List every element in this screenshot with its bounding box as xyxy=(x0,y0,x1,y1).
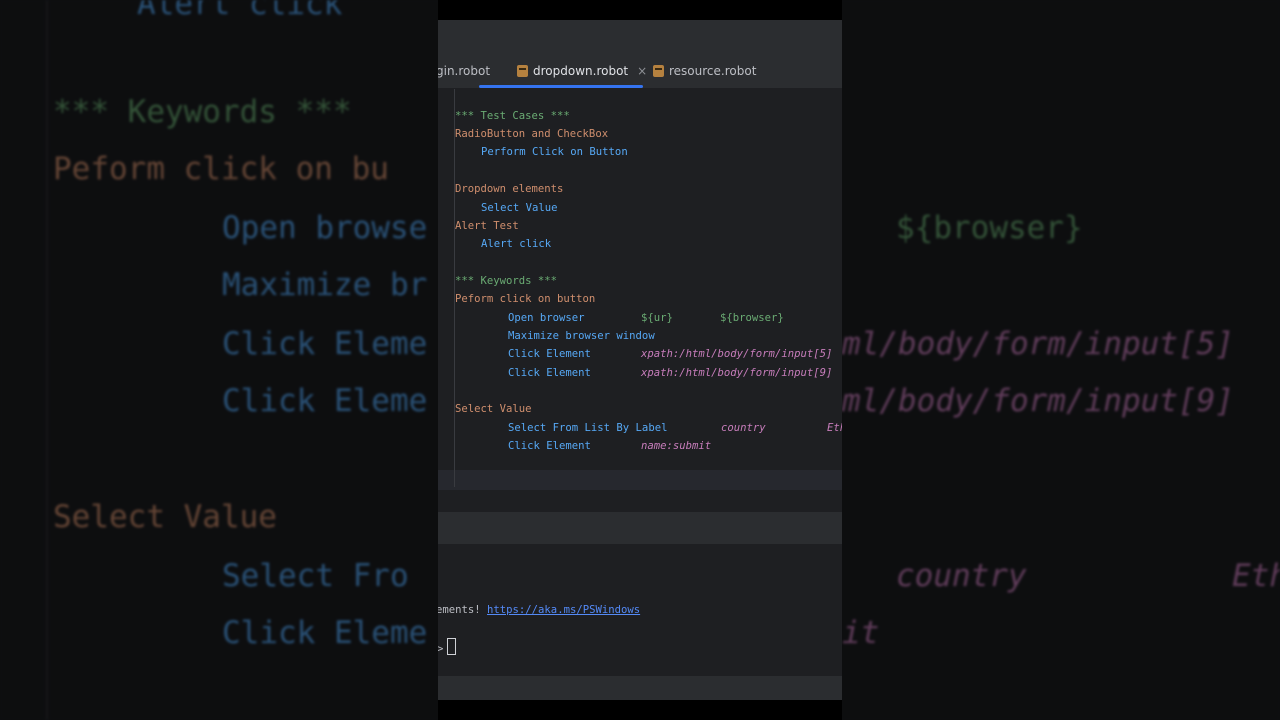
code-line: RadioButton and CheckBox xyxy=(455,128,609,140)
letterbox-bottom xyxy=(438,700,842,720)
tab-login-robot[interactable]: gin.robot xyxy=(438,53,490,88)
tab-dropdown-robot[interactable]: dropdown.robot × xyxy=(517,53,647,88)
background-text: Alert click xyxy=(137,0,343,22)
terminal-prompt: > xyxy=(438,643,444,655)
code-line: *** Test Cases *** xyxy=(455,110,570,122)
terminal-text: ements! xyxy=(438,604,488,616)
background-text: ml/body/form/input[9] xyxy=(842,383,1234,419)
code-argument: Eth xyxy=(827,422,842,434)
background-text: Click Eleme xyxy=(222,615,428,651)
background-text: country xyxy=(896,558,1027,594)
code-line: Select From List By Label xyxy=(508,422,668,434)
background-text: Maximize br xyxy=(222,267,428,303)
code-argument: ${browser} xyxy=(720,312,784,324)
tab-label: resource.robot xyxy=(669,63,757,78)
code-line: Maximize browser window xyxy=(508,330,655,342)
code-line: Click Element xyxy=(508,367,591,379)
code-argument: name:submit xyxy=(641,440,712,452)
terminal-prompt-line[interactable]: > xyxy=(438,638,457,657)
code-argument: ${ur} xyxy=(641,312,673,324)
code-editor[interactable]: *** Test Cases *** RadioButton and Check… xyxy=(438,89,842,493)
code-line: *** Keywords *** xyxy=(455,275,558,287)
background-text: Click Eleme xyxy=(222,326,428,362)
terminal-output-line: ements! https://aka.ms/PSWindows xyxy=(438,602,640,618)
background-text: ml/body/form/input[5] xyxy=(842,326,1234,362)
code-line: Peform click on button xyxy=(455,293,596,305)
code-argument: xpath:/html/body/form/input[5] xyxy=(641,348,833,360)
close-icon[interactable]: × xyxy=(637,64,647,78)
letterbox-top xyxy=(438,0,842,20)
main-toolbar xyxy=(438,20,842,53)
background-text: *** Keywords *** xyxy=(53,94,352,130)
tab-resource-robot[interactable]: resource.robot xyxy=(653,53,756,88)
code-line: Open browser xyxy=(508,312,585,324)
code-line: Perform Click on Button xyxy=(481,146,628,158)
code-line: Click Element xyxy=(508,348,591,360)
code-line: Select Value xyxy=(481,202,558,214)
robot-file-icon xyxy=(653,64,664,77)
background-text: Peform click on bu xyxy=(53,151,389,187)
terminal-link[interactable]: https://aka.ms/PSWindows xyxy=(487,604,640,616)
code-argument: xpath:/html/body/form/input[9] xyxy=(641,367,833,379)
tab-label: gin.robot xyxy=(438,63,491,78)
terminal-panel[interactable]: ements! https://aka.ms/PSWindows > xyxy=(438,544,842,676)
terminal-panel-header xyxy=(438,512,842,544)
current-line-highlight xyxy=(438,470,842,490)
robot-file-icon xyxy=(517,64,528,77)
code-line: Alert click xyxy=(481,238,552,250)
background-text: Select Value xyxy=(53,499,277,535)
terminal-cursor xyxy=(447,638,457,655)
background-text: Click Eleme xyxy=(222,383,428,419)
background-text: Eth xyxy=(1232,558,1280,594)
code-line: Dropdown elements xyxy=(455,183,564,195)
background-text: Select Fro xyxy=(222,558,409,594)
code-line: Select Value xyxy=(455,403,532,415)
tab-label: dropdown.robot xyxy=(533,63,629,78)
background-gutter-line xyxy=(46,0,48,720)
active-tab-indicator xyxy=(479,85,643,88)
background-text: ${browser} xyxy=(896,210,1083,246)
code-line: Alert Test xyxy=(455,220,519,232)
status-bar xyxy=(438,676,842,700)
editor-tab-bar: gin.robot dropdown.robot × resource.robo… xyxy=(438,53,842,89)
ide-window: gin.robot dropdown.robot × resource.robo… xyxy=(438,0,842,720)
background-text: Open browse xyxy=(222,210,428,246)
code-argument: country xyxy=(721,422,766,434)
code-line: Click Element xyxy=(508,440,591,452)
background-text: it xyxy=(842,615,880,651)
